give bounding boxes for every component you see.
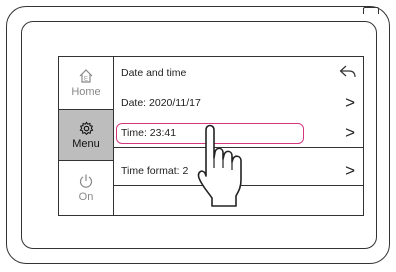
sidebar-item-menu[interactable]: Menu	[59, 109, 113, 161]
panel-header: Date and time	[114, 61, 363, 87]
sidebar-item-home[interactable]: E Home	[59, 57, 113, 109]
sidebar: E Home Menu On	[59, 57, 114, 215]
chevron-right-icon: >	[345, 123, 355, 142]
back-arrow-icon[interactable]	[339, 65, 357, 82]
chevron-right-icon: >	[345, 93, 355, 112]
sidebar-item-label: Home	[71, 86, 101, 98]
date-label: Date: 2020/11/17	[121, 97, 201, 109]
device-side-button[interactable]	[363, 7, 379, 14]
tap-hand-icon	[196, 122, 252, 217]
time-format-label: Time format: 2	[121, 165, 189, 177]
time-label: Time: 23:41	[121, 127, 177, 139]
page-title: Date and time	[121, 67, 187, 79]
home-icon: E	[78, 68, 94, 86]
chevron-right-icon: >	[345, 161, 355, 180]
power-icon	[78, 173, 94, 191]
sidebar-item-label: On	[78, 191, 94, 203]
date-row[interactable]: Date: 2020/11/17 >	[114, 91, 363, 117]
sidebar-item-on[interactable]: On	[59, 161, 113, 215]
sidebar-item-label: Menu	[72, 137, 100, 150]
gear-icon	[79, 120, 94, 138]
svg-text:E: E	[84, 77, 88, 83]
